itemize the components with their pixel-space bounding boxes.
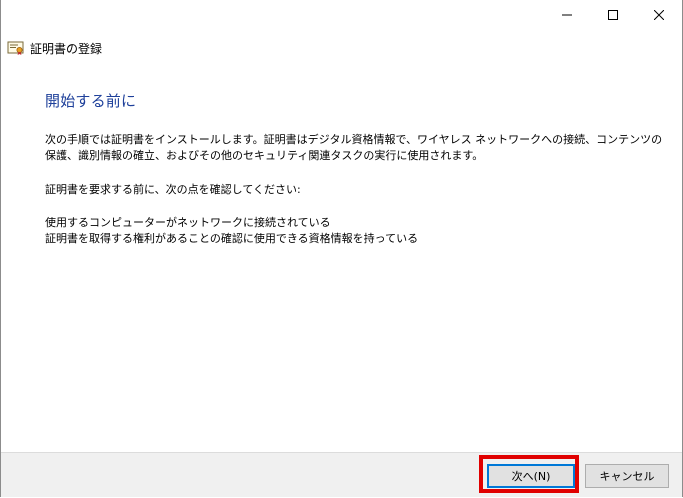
cancel-button[interactable]: キャンセル [585,464,669,488]
title-bar-controls [544,0,682,30]
intro-paragraph: 次の手順では証明書をインストールします。証明書はデジタル資格情報で、ワイヤレス … [45,133,663,162]
window-title: 証明書の登録 [30,41,103,56]
minimize-icon [562,14,572,16]
page-heading: 開始する前に [45,92,137,110]
next-button[interactable]: 次へ(N) [487,464,575,488]
minimize-button[interactable] [544,0,590,30]
certificate-icon [7,41,24,55]
enrollment-window: 証明書の登録 開始する前に 次の手順では証明書をインストールします。証明書はデジ… [0,0,683,497]
prerequisite-intro: 証明書を要求する前に、次の点を確認してください: [45,183,301,196]
requirement-credentials: 証明書を取得する権利があることの確認に使用できる資格情報を持っている [45,232,419,245]
close-icon [654,10,664,20]
requirements-list: 使用するコンピューターがネットワークに接続されている 証明書を取得する権利がある… [45,215,665,247]
requirement-network: 使用するコンピューターがネットワークに接続されている [45,216,331,229]
maximize-icon [608,10,618,20]
maximize-button[interactable] [590,0,636,30]
close-button[interactable] [636,0,682,30]
button-bar: 次へ(N) キャンセル [1,452,682,497]
page-content: 開始する前に 次の手順では証明書をインストールします。証明書はデジタル資格情報で… [45,90,665,245]
wizard-header: 証明書の登録 [7,38,102,58]
